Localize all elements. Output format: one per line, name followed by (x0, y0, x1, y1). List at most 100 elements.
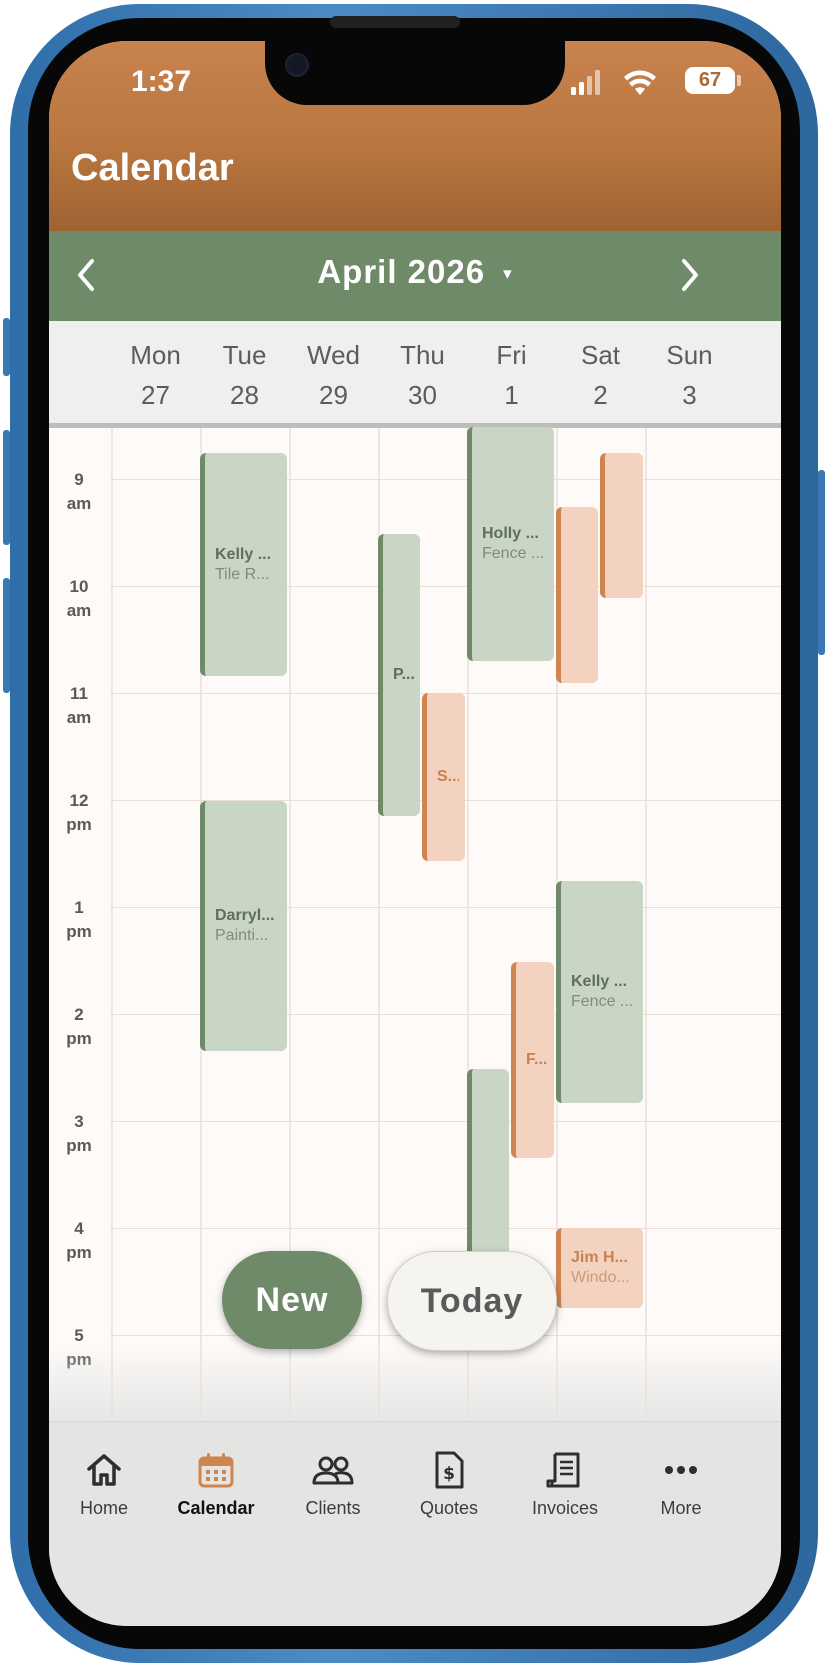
volume-down-button (3, 578, 10, 693)
day-header-sun[interactable]: Sun 3 (645, 335, 734, 415)
quote-icon: $ (435, 1451, 464, 1489)
event-card[interactable]: Kelly ... Fence ... (556, 881, 643, 1103)
day-header-thu[interactable]: Thu 30 (378, 335, 467, 415)
day-header-wed[interactable]: Wed 29 (289, 335, 378, 415)
hour-label-12pm: 12 pm (49, 789, 109, 837)
tab-more[interactable]: More (626, 1450, 736, 1519)
day-header-fri[interactable]: Fri 1 (467, 335, 556, 415)
hour-number: 10 (69, 577, 89, 596)
tab-clients[interactable]: Clients (278, 1450, 388, 1519)
day-name: Fri (496, 340, 527, 370)
event-card[interactable]: P... (378, 534, 420, 816)
tab-invoices[interactable]: Invoices (510, 1450, 620, 1519)
hour-number: 1 (74, 898, 84, 917)
today-button[interactable]: Today (387, 1251, 557, 1351)
hour-label-3pm: 3 pm (49, 1110, 109, 1158)
power-button (818, 470, 825, 655)
event-card[interactable] (467, 1069, 509, 1259)
event-title: Jim H... (571, 1249, 628, 1266)
hour-label-4pm: 4 pm (49, 1217, 109, 1265)
day-number: 27 (141, 380, 170, 410)
hour-number: 2 (74, 1005, 84, 1024)
hour-meridiem: pm (66, 1243, 92, 1262)
hour-meridiem: pm (66, 922, 92, 941)
event-card[interactable]: Darryl... Painti... (200, 801, 287, 1051)
hour-meridiem: pm (66, 815, 92, 834)
notch (265, 41, 565, 105)
month-label: April 2026 (317, 253, 486, 290)
day-number: 30 (408, 380, 437, 410)
event-card[interactable] (600, 453, 643, 598)
event-card[interactable]: F... (511, 962, 554, 1158)
bottom-fade (49, 1343, 781, 1421)
hour-number: 11 (70, 684, 88, 703)
hour-number: 3 (74, 1112, 84, 1131)
event-title: Kelly ... (571, 973, 628, 990)
hour-number: 12 (69, 791, 89, 810)
hour-meridiem: pm (66, 1136, 92, 1155)
hour-meridiem: am (66, 601, 92, 620)
day-header-sat[interactable]: Sat 2 (556, 335, 645, 415)
day-number: 3 (682, 380, 697, 410)
signal-wifi-icons (571, 70, 656, 95)
day-name: Tue (222, 340, 267, 370)
tab-label: Calendar (177, 1498, 255, 1518)
day-number: 29 (319, 380, 348, 410)
event-title: F... (526, 1051, 548, 1068)
hour-number: 9 (74, 470, 84, 489)
more-icon (665, 1466, 697, 1474)
wifi-icon (624, 70, 656, 95)
tab-quotes[interactable]: $ Quotes (394, 1450, 504, 1519)
day-name: Mon (130, 340, 181, 370)
event-card[interactable] (556, 507, 598, 683)
column-divider (645, 428, 647, 1418)
tab-calendar[interactable]: Calendar (161, 1450, 271, 1519)
battery-tip (737, 75, 741, 86)
clients-icon (312, 1456, 354, 1485)
hour-label-1pm: 1 pm (49, 896, 109, 944)
app-screen: 1:37 67 Calendar April 2026 ▾ Mon 27 Tue… (49, 41, 781, 1626)
hour-label-9am: 9 am (49, 468, 109, 516)
event-subtitle: Painti... (215, 927, 269, 944)
tab-home[interactable]: Home (49, 1450, 159, 1519)
hour-line (111, 1228, 781, 1229)
event-subtitle: Windo... (571, 1269, 630, 1286)
tab-label: Home (79, 1498, 128, 1518)
hour-meridiem: am (66, 494, 92, 513)
hour-meridiem: am (66, 708, 92, 727)
day-name: Sat (580, 340, 621, 370)
chevron-right-icon[interactable] (679, 257, 701, 293)
day-number: 1 (504, 380, 519, 410)
event-card[interactable]: S... (422, 693, 465, 861)
event-title: Darryl... (215, 907, 275, 924)
tab-label: More (660, 1498, 702, 1518)
column-divider (111, 428, 113, 1418)
invoice-icon (546, 1452, 580, 1488)
caret-down-icon: ▾ (503, 264, 513, 284)
event-card[interactable]: Jim H... Windo... (556, 1228, 643, 1308)
home-icon (87, 1454, 121, 1486)
month-selector[interactable]: April 2026 ▾ (49, 253, 781, 291)
new-button[interactable]: New (222, 1251, 362, 1349)
volume-up-button (3, 430, 10, 545)
event-title: Holly ... (482, 525, 539, 542)
event-title: P... (393, 666, 414, 683)
event-card[interactable]: Kelly ... Tile R... (200, 453, 287, 676)
day-name: Wed (307, 340, 360, 370)
day-number: 2 (593, 380, 608, 410)
front-camera (285, 53, 309, 77)
event-subtitle: Fence ... (482, 545, 545, 562)
day-name: Thu (400, 340, 445, 370)
hour-number: 4 (74, 1219, 84, 1238)
battery-level: 67 (685, 67, 735, 94)
day-header-mon[interactable]: Mon 27 (111, 335, 200, 415)
tab-label: Clients (305, 1498, 361, 1518)
hour-meridiem: pm (66, 1029, 92, 1048)
day-header-tue[interactable]: Tue 28 (200, 335, 289, 415)
status-time: 1:37 (131, 65, 192, 98)
hour-line (111, 1121, 781, 1122)
tab-label: Invoices (531, 1498, 599, 1518)
event-card[interactable]: Holly ... Fence ... (467, 427, 554, 661)
event-title: Kelly ... (215, 545, 272, 563)
event-title: S... (437, 768, 459, 785)
